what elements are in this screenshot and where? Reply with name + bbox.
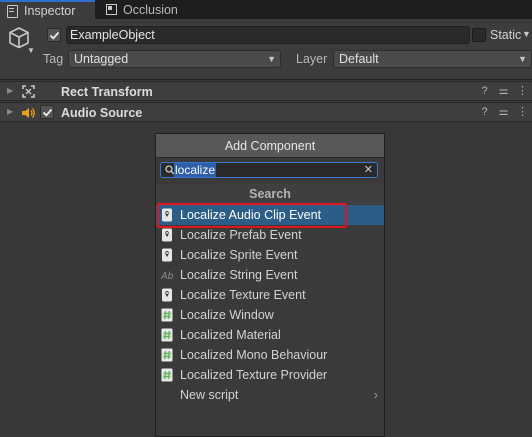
chevron-down-icon: ▼ [518, 54, 527, 64]
component-actions: ? ⚌ ⋮ [479, 106, 528, 119]
tab-occlusion[interactable]: Occlusion [100, 0, 210, 19]
tab-bar: Inspector Occlusion [0, 0, 532, 19]
preset-sliders-icon[interactable]: ⚌ [498, 106, 509, 119]
component-search-input[interactable]: localize ✕ [160, 162, 378, 178]
script-icon [161, 328, 173, 342]
localize-event-icon [162, 288, 172, 302]
active-checkbox[interactable] [47, 28, 61, 42]
localize-string-event-icon: Ab [161, 271, 173, 282]
layer-value: Default [339, 52, 379, 66]
object-header: ▼ ExampleObject Static ▼ Tag Untagged ▼ … [0, 19, 532, 80]
tag-label: Tag [43, 52, 64, 66]
result-item-label: Localize Prefab Event [180, 228, 302, 242]
script-icon [161, 348, 173, 362]
component-title: Rect Transform [61, 85, 153, 99]
more-menu-icon[interactable]: ⋮ [517, 106, 528, 119]
rect-transform-icon [22, 85, 35, 98]
localize-event-icon [162, 248, 172, 262]
help-icon[interactable]: ? [479, 106, 490, 119]
svg-text:Ab: Ab [161, 271, 173, 282]
component-title: Audio Source [61, 106, 143, 120]
result-item-label: Localize String Event [180, 268, 298, 282]
occlusion-icon [106, 4, 117, 15]
component-result-item[interactable]: Localize Window [156, 305, 384, 325]
tab-inspector-label: Inspector [24, 3, 76, 18]
static-checkbox[interactable] [472, 28, 486, 42]
foldout-arrow-icon[interactable]: ▶ [7, 86, 13, 95]
script-icon [161, 368, 173, 382]
checkmark-icon [49, 31, 59, 40]
component-result-item[interactable]: Localized Material [156, 325, 384, 345]
search-section-header: Search [156, 184, 384, 204]
chevron-right-icon: › [373, 387, 378, 402]
component-result-item[interactable]: Localize Audio Clip Event [156, 205, 384, 225]
tag-dropdown[interactable]: Untagged ▼ [68, 50, 281, 68]
add-component-popup: Add Component localize ✕ Search Localize… [155, 133, 385, 437]
checkmark-icon [42, 108, 52, 117]
tag-value: Untagged [74, 52, 129, 66]
more-menu-icon[interactable]: ⋮ [517, 85, 528, 98]
result-item-label: New script [180, 388, 239, 402]
object-name-field[interactable]: ExampleObject [66, 26, 470, 44]
tab-occlusion-label: Occlusion [123, 2, 178, 17]
component-result-item[interactable]: Localized Mono Behaviour [156, 345, 384, 365]
preset-sliders-icon[interactable]: ⚌ [498, 85, 509, 98]
layer-dropdown[interactable]: Default ▼ [333, 50, 532, 68]
component-result-item[interactable]: Localized Texture Provider [156, 365, 384, 385]
component-result-item[interactable]: Localize Texture Event [156, 285, 384, 305]
result-item-label: Localize Sprite Event [180, 248, 298, 262]
add-component-title: Add Component [156, 134, 384, 158]
component-actions: ? ⚌ ⋮ [479, 85, 528, 98]
result-item-label: Localize Window [180, 308, 274, 322]
result-item-label: Localize Audio Clip Event [180, 208, 322, 222]
static-dropdown-arrow-icon[interactable]: ▼ [522, 29, 531, 39]
static-label: Static [490, 28, 522, 42]
component-result-item[interactable]: Ab Localize String Event [156, 265, 384, 285]
localize-event-icon [162, 228, 172, 242]
search-query: localize [174, 163, 217, 177]
component-result-item[interactable]: New script › [156, 385, 384, 405]
icon-dropdown-arrow-icon[interactable]: ▼ [27, 46, 35, 55]
component-result-item[interactable]: Localize Prefab Event [156, 225, 384, 245]
result-item-label: Localized Texture Provider [180, 368, 328, 382]
help-icon[interactable]: ? [479, 85, 490, 98]
inspector-icon [6, 4, 18, 18]
result-item-label: Localize Texture Event [180, 288, 306, 302]
tab-inspector[interactable]: Inspector [0, 0, 95, 19]
audio-source-icon [22, 108, 35, 118]
result-item-label: Localized Material [180, 328, 281, 342]
layer-label: Layer [296, 52, 328, 66]
component-audio-source[interactable]: ▶ Audio Source ? ⚌ ⋮ [0, 102, 532, 122]
component-rect-transform[interactable]: ▶ Rect Transform ? ⚌ ⋮ [0, 81, 532, 101]
foldout-arrow-icon[interactable]: ▶ [7, 107, 13, 116]
component-result-item[interactable]: Localize Sprite Event [156, 245, 384, 265]
chevron-down-icon: ▼ [267, 54, 276, 64]
clear-search-icon[interactable]: ✕ [364, 163, 373, 177]
audio-source-enabled-checkbox[interactable] [40, 105, 54, 119]
script-icon [161, 308, 173, 322]
localize-event-icon [162, 208, 172, 222]
result-item-label: Localized Mono Behaviour [180, 348, 328, 362]
